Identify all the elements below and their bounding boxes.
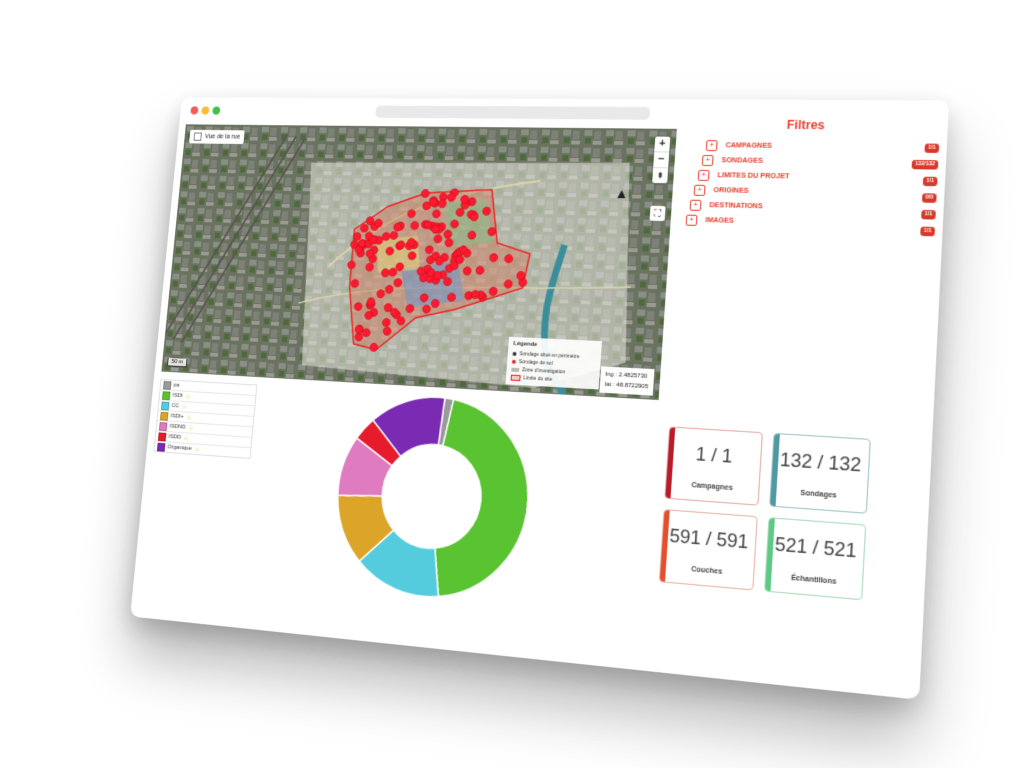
category-legend: pa ISDI ☆ CC ☆ ISDI+ ☆ ISDND ☆ ISDD ☆ Organiq… bbox=[153, 378, 258, 459]
color-swatch bbox=[162, 390, 171, 400]
color-swatch bbox=[163, 380, 172, 390]
expand-icon[interactable]: + bbox=[705, 139, 718, 151]
filter-limites-badge: 1/1 bbox=[922, 176, 938, 187]
close-window-icon[interactable] bbox=[190, 106, 199, 115]
expand-icon[interactable]: + bbox=[697, 169, 710, 181]
reset-north-button[interactable]: ⇞ bbox=[652, 168, 668, 183]
color-swatch bbox=[158, 421, 168, 431]
browser-window: Vue de la rue + − ⇞ ⛶ ▲ 50 m Légende Son… bbox=[130, 97, 950, 700]
stat-value: 591 / 591 bbox=[668, 525, 749, 553]
stat-card-campagnes: 1 / 1 Campagnes bbox=[664, 426, 763, 506]
expand-icon[interactable]: + bbox=[689, 199, 702, 211]
color-swatch bbox=[156, 442, 166, 452]
filter-images-badge: 1/1 bbox=[920, 226, 936, 237]
scene: Vue de la rue + − ⇞ ⛶ ▲ 50 m Légende Son… bbox=[0, 0, 1024, 768]
address-bar[interactable] bbox=[375, 105, 651, 120]
fullscreen-button[interactable]: ⛶ bbox=[649, 205, 666, 222]
star-icon[interactable]: ☆ bbox=[194, 445, 200, 453]
filter-origines[interactable]: + ORIGINES bbox=[693, 184, 749, 197]
filter-origines-badge: 0/0 bbox=[921, 193, 937, 203]
color-swatch bbox=[157, 431, 167, 441]
compass-icon: ▲ bbox=[614, 185, 629, 202]
map-legend: Légende Sondage situé en périmètre Sonda… bbox=[505, 336, 603, 390]
stat-card-sondages: 132 / 132 Sondages bbox=[769, 432, 871, 514]
color-swatch bbox=[159, 411, 169, 421]
map-view[interactable]: Vue de la rue + − ⇞ ⛶ ▲ 50 m Légende Son… bbox=[161, 124, 677, 401]
star-icon[interactable]: ☆ bbox=[185, 393, 191, 401]
stat-label: Couches bbox=[690, 565, 723, 577]
filter-sondages-badge: 132/132 bbox=[911, 159, 939, 170]
expand-icon[interactable]: + bbox=[701, 154, 714, 166]
street-view-toggle[interactable]: Vue de la rue bbox=[189, 129, 246, 145]
filter-sondages[interactable]: + SONDAGES bbox=[701, 154, 763, 167]
stat-card-couches: 591 / 591 Couches bbox=[658, 509, 758, 591]
star-icon[interactable]: ☆ bbox=[181, 403, 187, 411]
color-swatch bbox=[161, 401, 170, 410]
filter-destinations-badge: 1/1 bbox=[921, 209, 936, 220]
maximize-window-icon[interactable] bbox=[212, 106, 221, 115]
star-icon[interactable]: ☆ bbox=[183, 434, 189, 442]
stat-value: 521 / 521 bbox=[774, 533, 858, 562]
stat-card-echantillons: 521 / 521 Échantillons bbox=[764, 517, 867, 601]
filter-destinations[interactable]: + DESTINATIONS bbox=[689, 199, 763, 213]
expand-icon[interactable]: + bbox=[693, 184, 706, 196]
filter-images[interactable]: + IMAGES bbox=[685, 214, 735, 227]
street-view-checkbox[interactable] bbox=[193, 132, 202, 141]
filters-title: Filtres bbox=[786, 117, 826, 133]
filter-campagnes-badge: 1/1 bbox=[924, 143, 940, 154]
coordinates-readout: lng : 2.4825730 lat : 48.8722905 bbox=[599, 366, 655, 396]
stat-value: 1 / 1 bbox=[695, 443, 733, 467]
donut-chart[interactable] bbox=[325, 387, 541, 612]
filter-limites-du-projet[interactable]: + LIMITES DU PROJET bbox=[697, 169, 790, 183]
stat-label: Sondages bbox=[800, 489, 837, 500]
star-icon[interactable]: ☆ bbox=[188, 424, 194, 432]
donut-slices bbox=[330, 392, 536, 606]
stat-label: Campagnes bbox=[691, 481, 734, 493]
stat-value: 132 / 132 bbox=[779, 449, 862, 476]
filters-panel: Filtres + CAMPAGNES 1/1 + SONDAGES 132/132… bbox=[680, 117, 940, 265]
stat-label: Échantillons bbox=[790, 574, 837, 587]
map-scale: 50 m bbox=[167, 357, 188, 368]
street-view-label: Vue de la rue bbox=[204, 133, 241, 141]
donut-slice-isdi[interactable] bbox=[431, 399, 535, 604]
minimize-window-icon[interactable] bbox=[201, 106, 210, 115]
zoom-in-button[interactable]: + bbox=[654, 136, 671, 153]
zoom-controls: + − ⇞ bbox=[652, 136, 671, 184]
filter-campagnes[interactable]: + CAMPAGNES bbox=[705, 139, 773, 152]
star-icon[interactable]: ☆ bbox=[186, 413, 192, 421]
expand-icon[interactable]: + bbox=[685, 214, 698, 226]
zoom-out-button[interactable]: − bbox=[653, 152, 670, 169]
lat-readout: lat : 48.8722905 bbox=[604, 381, 649, 391]
